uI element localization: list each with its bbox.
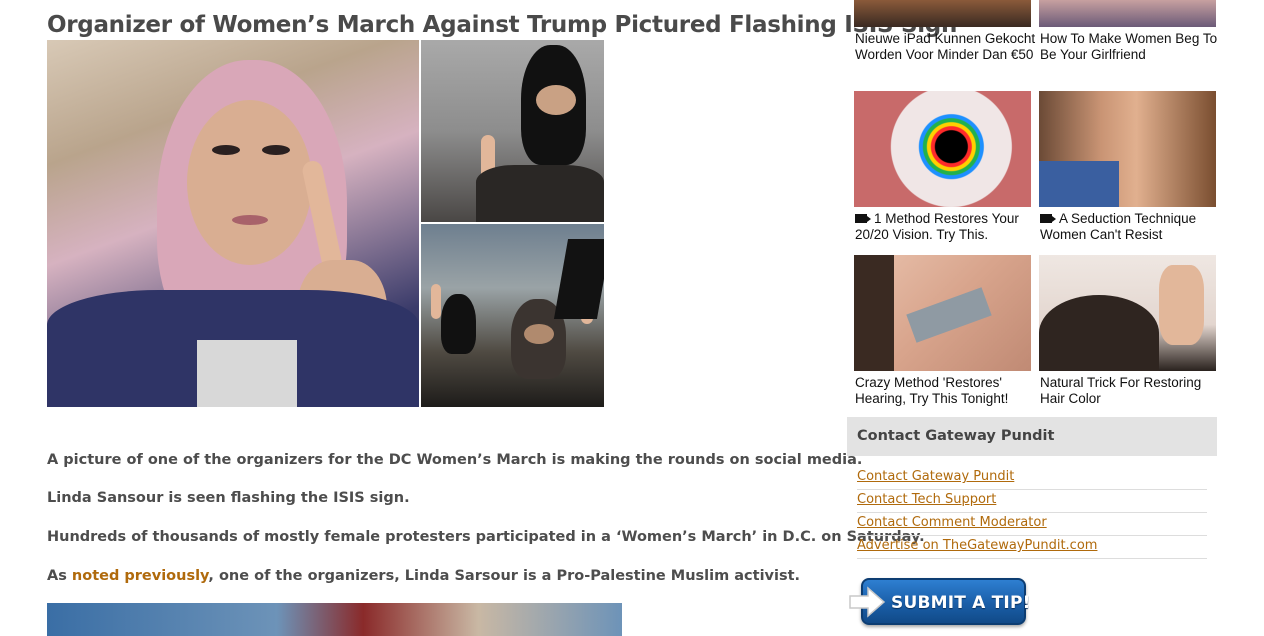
- paragraph-4-suffix: , one of the organizers, Linda Sarsour i…: [208, 568, 801, 584]
- contact-comment-moderator-link[interactable]: Contact Comment Moderator: [857, 513, 1207, 536]
- ad-image-ipad[interactable]: [854, 0, 1031, 27]
- article-paragraph-3: Hundreds of thousands of mostly female p…: [47, 529, 925, 545]
- article-paragraph-1: A picture of one of the organizers for t…: [47, 452, 863, 468]
- submit-tip-label: SUBMIT A TIP!: [891, 593, 1031, 613]
- ad-text-vision-label: 1 Method Restores Your 20/20 Vision. Try…: [855, 211, 1019, 242]
- ad-image-women-beg[interactable]: [1039, 0, 1216, 27]
- ad-image-seduction[interactable]: [1039, 91, 1216, 207]
- article-title: Organizer of Women’s March Against Trump…: [47, 12, 958, 38]
- ad-text-women-beg[interactable]: How To Make Women Beg To Be Your Girlfri…: [1040, 31, 1225, 63]
- ad-image-hearing[interactable]: [854, 255, 1031, 371]
- article-paragraph-4: As noted previously, one of the organize…: [47, 568, 800, 584]
- contact-section-header: Contact Gateway Pundit: [847, 417, 1217, 456]
- organizer-photo: [47, 40, 419, 407]
- article-paragraph-2: Linda Sansour is seen flashing the ISIS …: [47, 490, 410, 506]
- isis-fighter-photo-1: [421, 40, 604, 222]
- video-camera-icon: [855, 214, 871, 223]
- ad-text-ipad[interactable]: Nieuwe iPad Kunnen Gekocht Worden Voor M…: [855, 31, 1040, 63]
- ad-text-seduction[interactable]: A Seduction Technique Women Can't Resist: [1040, 211, 1225, 243]
- ad-text-hair[interactable]: Natural Trick For Restoring Hair Color: [1040, 375, 1225, 407]
- ad-image-vision[interactable]: [854, 91, 1031, 207]
- contact-gateway-pundit-link[interactable]: Contact Gateway Pundit: [857, 467, 1207, 490]
- ad-text-hearing[interactable]: Crazy Method 'Restores' Hearing, Try Thi…: [855, 375, 1040, 407]
- noted-previously-link[interactable]: noted previously: [72, 568, 208, 584]
- advertise-link[interactable]: Advertise on TheGatewayPundit.com: [857, 536, 1207, 559]
- contact-tech-support-link[interactable]: Contact Tech Support: [857, 490, 1207, 513]
- ad-text-vision[interactable]: 1 Method Restores Your 20/20 Vision. Try…: [855, 211, 1040, 243]
- arrow-right-icon: [849, 586, 886, 618]
- ad-text-seduction-label: A Seduction Technique Women Can't Resist: [1040, 211, 1197, 242]
- ad-image-hair[interactable]: [1039, 255, 1216, 371]
- paragraph-4-prefix: As: [47, 568, 72, 584]
- video-camera-icon: [1040, 214, 1056, 223]
- isis-fighter-photo-2: [421, 224, 604, 407]
- contact-heading: Contact Gateway Pundit: [857, 428, 1055, 444]
- article-photo-2: [47, 603, 622, 636]
